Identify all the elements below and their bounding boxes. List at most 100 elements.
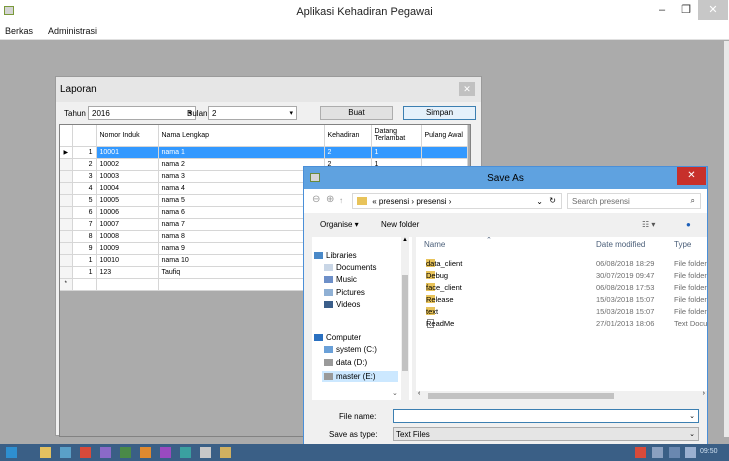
nav-item-master-e[interactable]: master (E:) xyxy=(322,371,398,382)
col-nama-lengkap[interactable]: Nama Lengkap xyxy=(158,125,325,147)
bulan-select[interactable]: 2 ▾ xyxy=(208,106,297,120)
save-as-dialog: Save As ✕ ⊖ ⊕ ↑ « presensi › presensi › … xyxy=(303,166,708,445)
col-name[interactable]: Name xyxy=(424,240,445,249)
nav-item-data-d[interactable]: data (D:) xyxy=(324,358,367,367)
table-row[interactable]: ▶ 1 10001 nama 1 2 1 xyxy=(60,146,468,159)
taskbar: 09:50 xyxy=(0,444,729,461)
tahun-select[interactable]: 2016 ▾ xyxy=(88,106,196,120)
nav-item-pictures[interactable]: Pictures xyxy=(324,288,365,297)
buat-button[interactable]: Buat xyxy=(320,106,393,120)
computer-icon xyxy=(314,334,323,341)
app-icon[interactable] xyxy=(80,447,91,458)
save-type-row: Save as type: Text Files ⌄ xyxy=(304,427,707,441)
view-options-icon[interactable]: ☷ ▾ xyxy=(642,220,655,229)
file-list-scrollbar[interactable]: ‹ › xyxy=(416,390,707,400)
save-type-label: Save as type: xyxy=(329,430,378,439)
organise-button[interactable]: Organise ▾ xyxy=(320,220,359,229)
scrollbar-thumb[interactable] xyxy=(428,393,614,399)
refresh-icon[interactable]: ↻ xyxy=(549,196,556,205)
simpan-button[interactable]: Simpan xyxy=(403,106,476,120)
forward-icon[interactable]: ⊕ xyxy=(326,194,334,205)
file-name-input[interactable]: ⌄ xyxy=(393,409,699,423)
col-datang-terlambat[interactable]: Datang Terlambat xyxy=(371,125,422,147)
toolbar: Organise ▾ New folder ☷ ▾ ● xyxy=(304,215,707,235)
clock[interactable]: 09:50 xyxy=(700,448,718,455)
explorer-icon[interactable] xyxy=(40,447,51,458)
row-selector-icon: ▶ xyxy=(60,146,73,159)
file-name-row: File name: ⌄ xyxy=(304,409,707,423)
save-type-select[interactable]: Text Files ⌄ xyxy=(393,427,699,441)
laporan-title: Laporan xyxy=(60,84,97,95)
col-date-modified[interactable]: Date modified xyxy=(596,240,645,249)
app-icon[interactable] xyxy=(100,447,111,458)
menu-administrasi[interactable]: Administrasi xyxy=(48,26,97,36)
chevron-down-icon[interactable]: ⌄ xyxy=(689,412,695,420)
nav-item-computer[interactable]: Computer xyxy=(314,333,361,342)
drive-icon xyxy=(324,346,333,353)
tahun-label: Tahun xyxy=(64,109,86,118)
videos-icon xyxy=(324,301,333,308)
main-titlebar: Aplikasi Kehadiran Pegawai – ❐ ✕ xyxy=(0,0,729,24)
drive-icon xyxy=(324,373,333,380)
col-pulang-awal[interactable]: Pulang Awal xyxy=(421,125,468,147)
navigation-scrollbar[interactable]: ▲ xyxy=(401,237,409,400)
scrollbar-thumb[interactable] xyxy=(402,275,408,371)
back-icon[interactable]: ⊖ xyxy=(312,194,320,205)
chevron-down-icon: ▾ xyxy=(289,110,293,117)
speaker-icon[interactable] xyxy=(652,447,663,458)
menu-berkas[interactable]: Berkas xyxy=(5,26,33,36)
chevron-up-icon[interactable]: ▲ xyxy=(402,237,408,243)
file-row[interactable]: ReadMe 27/01/2013 18:06 Text Docu xyxy=(416,319,707,331)
file-name-label: File name: xyxy=(339,412,377,421)
flag-icon[interactable] xyxy=(685,447,696,458)
minimize-button[interactable]: – xyxy=(650,0,674,20)
nav-item-documents[interactable]: Documents xyxy=(324,263,376,272)
laporan-close-button[interactable]: ✕ xyxy=(459,82,475,96)
app-icon[interactable] xyxy=(60,447,71,458)
search-input[interactable]: Search presensi ⌕ xyxy=(567,193,701,209)
new-folder-button[interactable]: New folder xyxy=(381,220,419,229)
address-bar[interactable]: « presensi › presensi › ⌄ ↻ xyxy=(352,193,562,209)
laporan-titlebar: Laporan xyxy=(56,77,481,102)
nav-item-music[interactable]: Music xyxy=(324,275,357,284)
app-icon[interactable] xyxy=(180,447,191,458)
app-icon[interactable] xyxy=(120,447,131,458)
chevron-down-icon: ⌄ xyxy=(689,431,695,438)
chevron-left-icon[interactable]: ‹ xyxy=(418,390,420,397)
app-icon[interactable] xyxy=(200,447,211,458)
file-row[interactable]: face_client 06/08/2018 17:53 File folder xyxy=(416,283,707,295)
mdi-scrollbar[interactable] xyxy=(724,41,729,437)
app-icon[interactable] xyxy=(160,447,171,458)
bulan-label: Bulan xyxy=(187,109,208,118)
file-row[interactable]: text 15/03/2018 15:07 File folder xyxy=(416,307,707,319)
documents-icon xyxy=(324,264,333,271)
col-kehadiran[interactable]: Kehadiran xyxy=(324,125,372,147)
col-nomor-induk[interactable]: Nomor Induk xyxy=(96,125,159,147)
help-icon[interactable]: ● xyxy=(686,220,691,229)
close-button[interactable]: ✕ xyxy=(698,0,728,20)
music-icon xyxy=(324,276,333,283)
grid-header-row: Nomor Induk Nama Lengkap Kehadiran Datan… xyxy=(60,125,468,147)
nav-item-system-c[interactable]: system (C:) xyxy=(324,345,377,354)
tray-icon[interactable] xyxy=(635,447,646,458)
app-icon[interactable] xyxy=(220,447,231,458)
nav-item-videos[interactable]: Videos xyxy=(324,300,360,309)
app-icon[interactable] xyxy=(140,447,151,458)
nav-item-libraries[interactable]: Libraries xyxy=(314,251,357,260)
maximize-button[interactable]: ❐ xyxy=(674,0,698,20)
up-icon[interactable]: ↑ xyxy=(339,196,343,205)
file-row[interactable]: Debug 30/07/2019 09:47 File folder xyxy=(416,271,707,283)
save-as-title: Save As xyxy=(487,173,524,184)
save-as-close-button[interactable]: ✕ xyxy=(677,167,706,185)
file-row[interactable]: Release 15/03/2018 15:07 File folder xyxy=(416,295,707,307)
col-type[interactable]: Type xyxy=(674,240,691,249)
network-icon[interactable] xyxy=(669,447,680,458)
sort-up-icon: ⌃ xyxy=(486,237,492,244)
file-row[interactable]: data_client 06/08/2018 18:29 File folder xyxy=(416,259,707,271)
collapse-icon[interactable]: ⌄ xyxy=(392,389,398,397)
chevron-right-icon[interactable]: › xyxy=(703,390,705,397)
start-icon[interactable] xyxy=(6,447,17,458)
pictures-icon xyxy=(324,289,333,296)
chevron-down-icon[interactable]: ⌄ xyxy=(536,197,543,206)
bulan-value: 2 xyxy=(212,109,217,118)
